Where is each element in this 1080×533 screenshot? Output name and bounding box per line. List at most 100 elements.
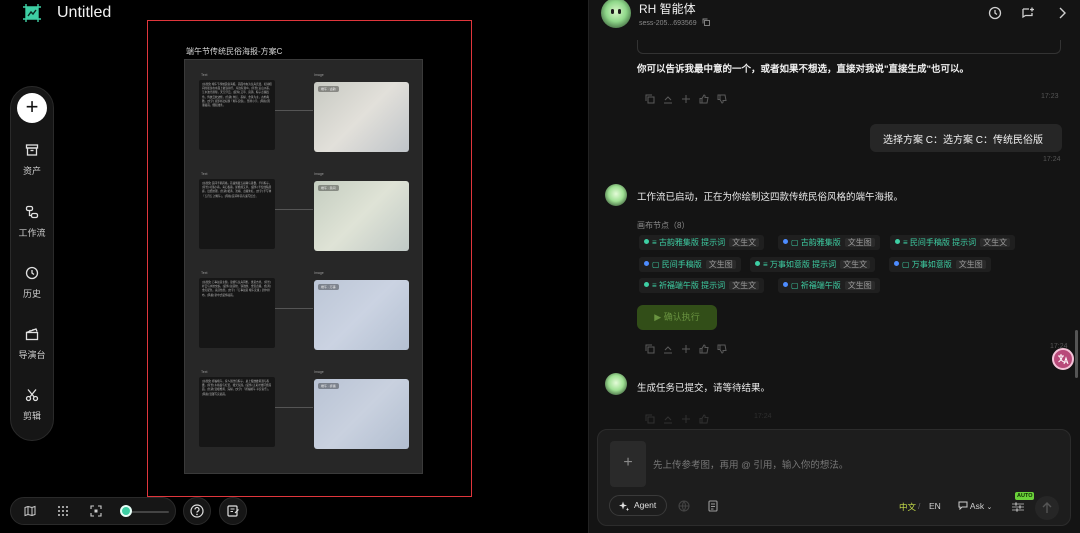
archive-icon (25, 144, 39, 156)
node-group[interactable]: Text Image [主视觉] 万事如意主题，锦鲤与龙舟同框，寓意吉祥。[背景… (185, 258, 424, 356)
image-node[interactable] (314, 280, 409, 350)
add-icon[interactable] (681, 411, 691, 423)
poster-board[interactable]: Text Image [主视觉] 端午节传统民俗海报，画面中央为龙舟竞渡，红绿相… (184, 59, 423, 474)
share-icon[interactable] (663, 341, 673, 354)
copy-icon[interactable] (645, 91, 655, 104)
text-node[interactable]: [主视觉] 民间手稿风格，孩童佩戴五彩绳与香囊，手持粽子。[背景] 村落小巷，青… (199, 179, 275, 249)
grid-icon[interactable] (57, 505, 69, 517)
text-node-label: Text (201, 271, 208, 275)
tool-director[interactable]: 导演台 (11, 327, 53, 363)
app-title[interactable]: Untitled (57, 4, 111, 22)
history-icon[interactable] (988, 6, 1002, 20)
node-group[interactable]: Text Image [主视觉] 民间手稿风格，孩童佩戴五彩绳与香囊，手持粽子。… (185, 159, 424, 257)
node-chip-icon: ≡ (652, 238, 659, 247)
tool-assets[interactable]: 资产 (11, 143, 53, 179)
globe-icon[interactable] (678, 500, 690, 512)
tool-workflow[interactable]: 工作流 (11, 205, 53, 241)
chat-input[interactable]: 先上传参考图，再用 @ 引用，输入你的想法。 (653, 457, 848, 471)
image-node[interactable] (314, 82, 409, 152)
agent-avatar-small (605, 184, 627, 206)
app-logo-icon (23, 4, 41, 22)
node-connector (275, 110, 313, 111)
chat-bubble-icon (958, 501, 968, 511)
chat-scrollbar-thumb[interactable] (1075, 330, 1078, 378)
map-icon[interactable] (24, 505, 36, 517)
image-node[interactable] (314, 379, 409, 449)
text-node[interactable]: [主视觉] 祈福端午，家人围坐包粽子，桌上摆放雄黄酒与香囊。[背景] 木格窗与灯… (199, 377, 275, 447)
new-chat-icon[interactable] (1021, 6, 1035, 20)
copy-icon[interactable] (645, 411, 655, 424)
ask-mode-select[interactable]: Ask ⌄ (958, 501, 992, 511)
thumb-up-icon[interactable] (699, 411, 709, 424)
agent-mode-button[interactable]: Agent (609, 495, 667, 516)
lang-zh-option[interactable]: 中文 (899, 501, 916, 513)
node-chip[interactable]: ▢ 民间手稿版 文生图 (639, 257, 741, 272)
add-icon[interactable] (681, 91, 691, 103)
auto-badge: AUTO (1015, 492, 1035, 500)
node-connector (275, 209, 313, 210)
copy-icon[interactable] (702, 18, 710, 26)
image-node-label: Image (314, 271, 324, 275)
thumb-down-icon[interactable] (717, 341, 727, 354)
zoom-slider-track[interactable] (129, 511, 169, 513)
node-chip-kind: 文生文 (729, 238, 760, 247)
node-chip[interactable]: ▢ 祈福端午版 文生图 (778, 278, 880, 293)
fit-screen-icon[interactable] (90, 505, 102, 517)
floating-assistant-button[interactable] (1052, 348, 1074, 370)
help-button[interactable] (183, 497, 211, 525)
image-node-tag: 端午 · 民间 (318, 185, 339, 191)
image-node[interactable] (314, 181, 409, 251)
add-button[interactable]: + (17, 93, 47, 123)
node-chip-dot (644, 282, 649, 287)
lang-en-option[interactable]: EN (929, 501, 941, 511)
tool-history[interactable]: 历史 (11, 266, 53, 302)
node-chip[interactable]: ▢ 万事如意版 文生图 (889, 257, 991, 272)
share-icon[interactable] (663, 91, 673, 104)
document-icon[interactable] (707, 500, 719, 512)
note-edit-icon (227, 505, 239, 517)
node-chip[interactable]: ▢ 古韵雅集版 文生图 (778, 235, 880, 250)
node-chip-dot (644, 239, 649, 244)
node-group[interactable]: Text Image [主视觉] 祈福端午，家人围坐包粽子，桌上摆放雄黄酒与香囊… (185, 357, 424, 455)
node-chip[interactable]: ≡ 祈福端午版 提示词 文生文 (639, 278, 765, 293)
user-message-bubble: 选择方案 C：选方案 C：传统民俗版 (870, 124, 1062, 152)
share-icon[interactable] (663, 411, 673, 424)
settings-sliders-icon[interactable] (1012, 502, 1024, 512)
node-chip[interactable]: ≡ 万事如意版 提示词 文生文 (750, 257, 876, 272)
chevron-down-icon: ⌄ (986, 504, 993, 511)
add-icon[interactable] (681, 341, 691, 353)
tool-history-label: 历史 (22, 289, 41, 299)
node-chip-kind: 文生文 (840, 260, 871, 269)
text-node[interactable]: [主视觉] 端午节传统民俗海报，画面中央为龙舟竞渡，红绿相间的船身在水面上破浪前… (199, 80, 275, 150)
tool-edit-label: 剪辑 (22, 411, 41, 421)
notes-button[interactable] (219, 497, 247, 525)
agent-mode-label: Agent (634, 500, 657, 510)
upload-reference-button[interactable]: + (610, 441, 646, 487)
node-chip[interactable]: ≡ 古韵雅集版 提示词 文生文 (639, 235, 765, 250)
send-button[interactable] (1035, 496, 1059, 520)
thumb-up-icon[interactable] (699, 341, 709, 354)
node-chip[interactable]: ≡ 民间手稿版 提示词 文生文 (890, 235, 1016, 250)
image-node-tag: 端午 · 万事 (318, 284, 339, 290)
message-actions (645, 91, 727, 104)
sparkle-icon (619, 501, 629, 511)
thumb-up-icon[interactable] (699, 91, 709, 104)
help-icon (190, 504, 204, 518)
message-time: 17:24 (754, 413, 772, 420)
text-node[interactable]: [主视觉] 万事如意主题，锦鲤与龙舟同框，寓意吉祥。[背景] 祥云与水纹交织。[… (199, 278, 275, 348)
node-chip-icon: ▢ (902, 260, 912, 269)
zoom-slider-knob[interactable] (120, 505, 132, 517)
image-node-label: Image (314, 172, 324, 176)
chevron-right-icon[interactable] (1055, 6, 1069, 20)
node-chip-name: 万事如意版 (911, 260, 952, 269)
text-node-label: Text (201, 370, 208, 374)
copy-icon[interactable] (645, 341, 655, 354)
play-icon: ▶ (654, 312, 664, 322)
thumb-down-icon[interactable] (717, 91, 727, 104)
tool-edit[interactable]: 剪辑 (11, 388, 53, 424)
canvas-area[interactable]: Untitled + 资产 工作流 历史 导演台 剪辑 端午节传统民俗海报-方案… (0, 0, 588, 533)
node-group[interactable]: Text Image [主视觉] 端午节传统民俗海报，画面中央为龙舟竞渡，红绿相… (185, 60, 424, 158)
node-chip-name: 祈福端午版 (800, 281, 841, 290)
board-title[interactable]: 端午节传统民俗海报-方案C (186, 46, 282, 57)
confirm-execute-button[interactable]: ▶ 确认执行 (637, 305, 717, 330)
